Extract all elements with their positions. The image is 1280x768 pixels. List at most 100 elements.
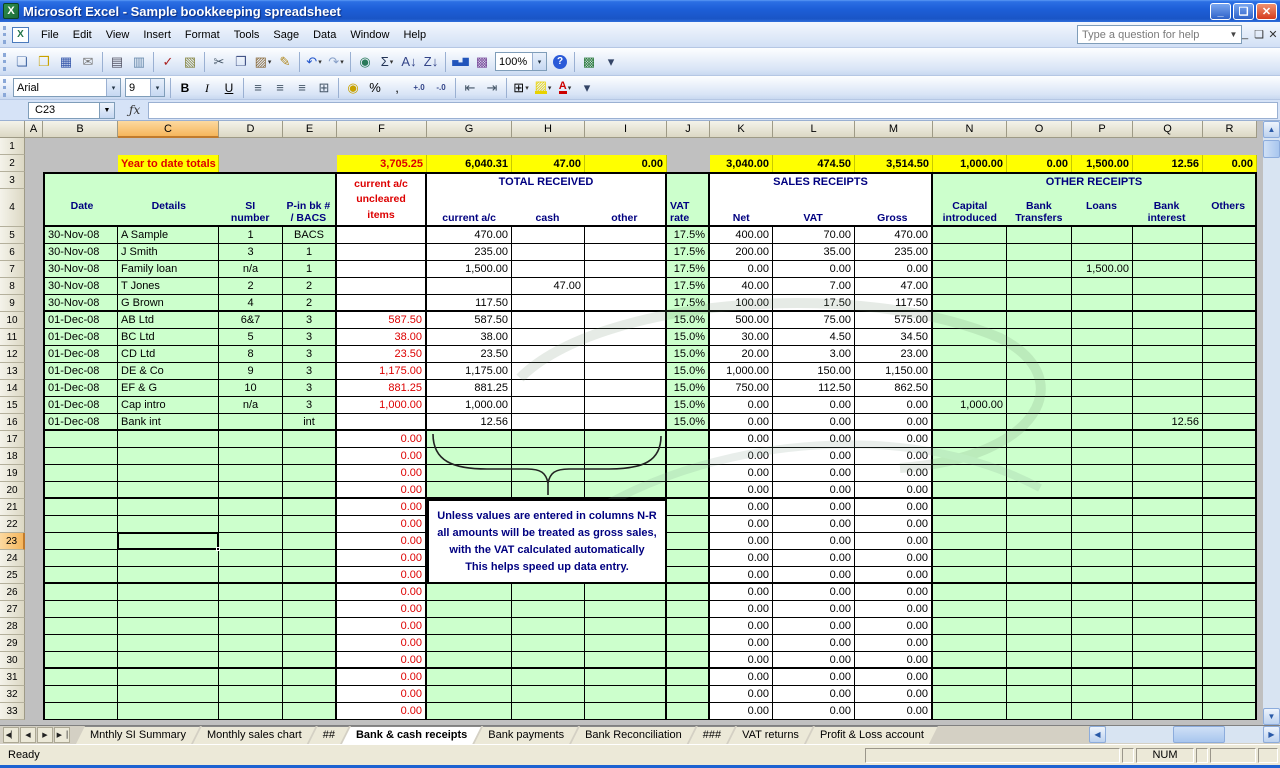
cell-D17[interactable]	[219, 431, 283, 448]
autosum-button[interactable]: Σ▾	[377, 52, 397, 72]
cell-J9[interactable]: 17.5%	[667, 295, 710, 312]
cell-B30[interactable]	[43, 652, 118, 669]
horizontal-scrollbar[interactable]	[1106, 726, 1263, 743]
new-button[interactable]: ❏	[12, 52, 32, 72]
cell-P8[interactable]	[1072, 278, 1133, 295]
cell-L5[interactable]: 70.00	[773, 227, 855, 244]
cell-Q24[interactable]	[1133, 550, 1203, 567]
cell-N28[interactable]	[933, 618, 1007, 635]
cell-D32[interactable]	[219, 686, 283, 703]
borders-button[interactable]: ⊞▾	[511, 78, 531, 98]
cell-R33[interactable]	[1203, 703, 1257, 720]
cell-G11[interactable]: 38.00	[427, 329, 512, 346]
cell-O20[interactable]	[1007, 482, 1072, 499]
print-preview-button[interactable]: ▥	[129, 52, 149, 72]
cell-N11[interactable]	[933, 329, 1007, 346]
cell-M8[interactable]: 47.00	[855, 278, 933, 295]
cell-O30[interactable]	[1007, 652, 1072, 669]
cell-K29[interactable]: 0.00	[710, 635, 773, 652]
cell-D21[interactable]	[219, 499, 283, 516]
menu-help[interactable]: Help	[396, 26, 433, 44]
cell-J25[interactable]	[667, 567, 710, 584]
total-P[interactable]: 1,500.00	[1072, 155, 1133, 172]
cell-C14[interactable]: EF & G	[118, 380, 219, 397]
cell-J15[interactable]: 15.0%	[667, 397, 710, 414]
cell-O5[interactable]	[1007, 227, 1072, 244]
cell-N12[interactable]	[933, 346, 1007, 363]
cell-K17[interactable]: 0.00	[710, 431, 773, 448]
row-header-14[interactable]: 14	[0, 380, 25, 397]
total-H[interactable]: 47.00	[512, 155, 585, 172]
cell-L11[interactable]: 4.50	[773, 329, 855, 346]
total-R[interactable]: 0.00	[1203, 155, 1257, 172]
save-button[interactable]: ▦	[56, 52, 76, 72]
doc-close-button[interactable]: ✕	[1268, 28, 1278, 41]
cell-E23[interactable]	[283, 533, 337, 550]
underline-button[interactable]: U	[219, 78, 239, 98]
cell-P23[interactable]	[1072, 533, 1133, 550]
cell-D27[interactable]	[219, 601, 283, 618]
cell-G27[interactable]	[427, 601, 512, 618]
cell-O11[interactable]	[1007, 329, 1072, 346]
cell-C13[interactable]: DE & Co	[118, 363, 219, 380]
cell-F12[interactable]: 23.50	[337, 346, 427, 363]
format-painter-button[interactable]: ✎	[275, 52, 295, 72]
cell-C7[interactable]: Family loan	[118, 261, 219, 278]
cell-H6[interactable]	[512, 244, 585, 261]
cell-L30[interactable]: 0.00	[773, 652, 855, 669]
next-sheet-button[interactable]: ▶	[37, 727, 53, 743]
cell-L25[interactable]: 0.00	[773, 567, 855, 584]
cell-E13[interactable]: 3	[283, 363, 337, 380]
column-header-R[interactable]: R	[1203, 121, 1257, 138]
cell-N20[interactable]	[933, 482, 1007, 499]
cell-P21[interactable]	[1072, 499, 1133, 516]
cell-E12[interactable]: 3	[283, 346, 337, 363]
cell-I7[interactable]	[585, 261, 667, 278]
cell-N23[interactable]	[933, 533, 1007, 550]
cell-M9[interactable]: 117.50	[855, 295, 933, 312]
select-all-corner[interactable]	[0, 121, 25, 138]
cell-G30[interactable]	[427, 652, 512, 669]
cell-G12[interactable]: 23.50	[427, 346, 512, 363]
font-size-combo[interactable]: 9▾	[125, 78, 165, 97]
column-header-D[interactable]: D	[219, 121, 283, 138]
doc-restore-button[interactable]: ❏	[1254, 28, 1264, 41]
research-button[interactable]: ▧	[180, 52, 200, 72]
cell-J26[interactable]	[667, 584, 710, 601]
cell-C17[interactable]	[118, 431, 219, 448]
cell-I29[interactable]	[585, 635, 667, 652]
cell-I10[interactable]	[585, 312, 667, 329]
row-header-6[interactable]: 6	[0, 244, 25, 261]
cell-J24[interactable]	[667, 550, 710, 567]
cell-H18[interactable]	[512, 448, 585, 465]
cell-P10[interactable]	[1072, 312, 1133, 329]
cell-M24[interactable]: 0.00	[855, 550, 933, 567]
cell-Q18[interactable]	[1133, 448, 1203, 465]
cell-K25[interactable]: 0.00	[710, 567, 773, 584]
align-right-button[interactable]: ≡	[292, 78, 312, 98]
cell-L18[interactable]: 0.00	[773, 448, 855, 465]
cell-M19[interactable]: 0.00	[855, 465, 933, 482]
row-header-12[interactable]: 12	[0, 346, 25, 363]
cell-H16[interactable]	[512, 414, 585, 431]
total-Q[interactable]: 12.56	[1133, 155, 1203, 172]
column-header-I[interactable]: I	[585, 121, 667, 138]
cell-P27[interactable]	[1072, 601, 1133, 618]
cell-P18[interactable]	[1072, 448, 1133, 465]
cell-D22[interactable]	[219, 516, 283, 533]
cell-P24[interactable]	[1072, 550, 1133, 567]
cell-D25[interactable]	[219, 567, 283, 584]
cell-J11[interactable]: 15.0%	[667, 329, 710, 346]
paste-button[interactable]: ▨▾	[253, 52, 273, 72]
cell-C5[interactable]: A Sample	[118, 227, 219, 244]
column-header-K[interactable]: K	[710, 121, 773, 138]
cell-M14[interactable]: 862.50	[855, 380, 933, 397]
cell-P11[interactable]	[1072, 329, 1133, 346]
column-header-F[interactable]: F	[337, 121, 427, 138]
cell-N15[interactable]: 1,000.00	[933, 397, 1007, 414]
cell-C27[interactable]	[118, 601, 219, 618]
cell-P31[interactable]	[1072, 669, 1133, 686]
cell-K20[interactable]: 0.00	[710, 482, 773, 499]
cell-J18[interactable]	[667, 448, 710, 465]
cell-P12[interactable]	[1072, 346, 1133, 363]
